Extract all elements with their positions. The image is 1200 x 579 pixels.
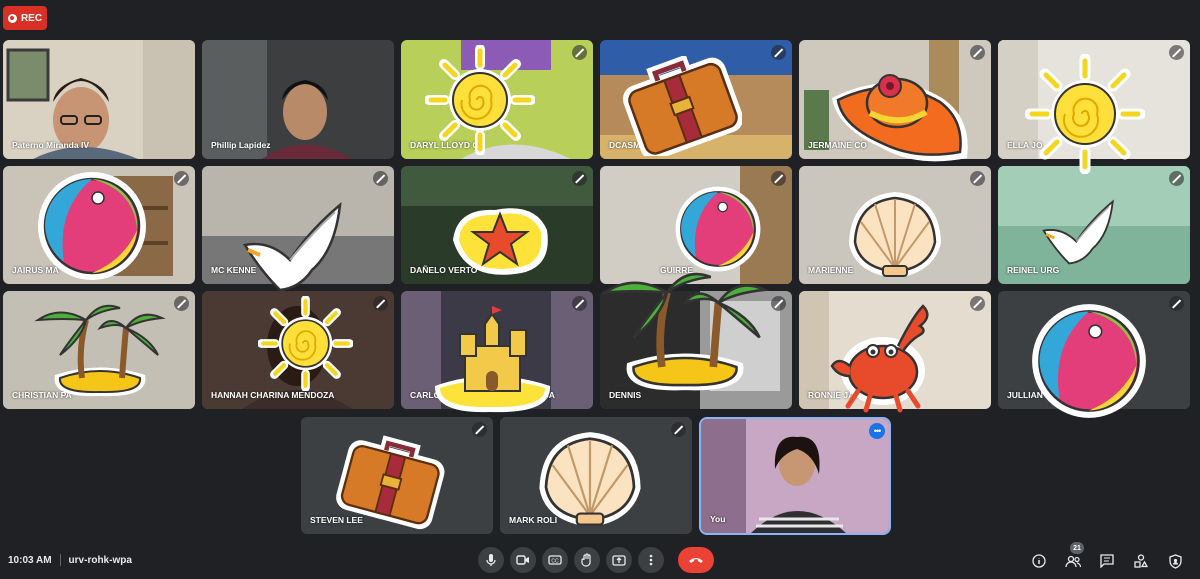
muted-mic-icon xyxy=(472,422,487,437)
camera-icon xyxy=(516,555,529,565)
more-options-button[interactable] xyxy=(638,547,664,573)
participant-tile[interactable]: DENNIS xyxy=(600,291,792,409)
participant-name: REINEL URG xyxy=(1007,265,1060,275)
participant-tile[interactable]: Phillip Lapidez xyxy=(202,40,394,159)
muted-mic-icon xyxy=(1169,171,1184,186)
participant-name: You xyxy=(710,514,726,524)
people-button[interactable]: 21 xyxy=(1062,542,1084,572)
phone-end-icon xyxy=(689,558,703,563)
activities-icon xyxy=(1134,554,1148,568)
captions-icon: CC xyxy=(548,555,562,565)
raise-hand-button[interactable] xyxy=(574,547,600,573)
participant-name: HANNAH CHARINA MENDOZA xyxy=(211,390,335,400)
mic-icon xyxy=(486,554,496,566)
participant-tile[interactable]: CHRISTIAN PA xyxy=(3,291,195,409)
muted-mic-icon xyxy=(970,45,985,60)
more-options-icon[interactable]: ••• xyxy=(869,423,885,439)
participant-tile[interactable]: STEVEN LEE xyxy=(301,417,493,534)
participant-name: STEVEN LEE xyxy=(310,515,363,525)
participant-name: Phillip Lapidez xyxy=(211,140,271,150)
participant-tile[interactable]: GUIRRE xyxy=(600,166,792,284)
muted-mic-icon xyxy=(373,296,388,311)
participant-name: MARK ROLI xyxy=(509,515,558,525)
muted-mic-icon xyxy=(671,422,686,437)
participant-name: JULLIAN xyxy=(1007,390,1043,400)
divider xyxy=(59,554,61,566)
meeting-info: 10:03 AM urv-rohk-wpa xyxy=(8,554,132,566)
end-call-button[interactable] xyxy=(678,547,714,573)
participant-tile[interactable]: JULLIAN xyxy=(998,291,1190,409)
chat-icon xyxy=(1100,554,1114,568)
muted-mic-icon xyxy=(1169,296,1184,311)
meeting-code[interactable]: urv-rohk-wpa xyxy=(69,555,132,566)
participant-tile[interactable]: CARLOS A GA xyxy=(401,291,593,409)
muted-mic-icon xyxy=(771,171,786,186)
participant-tile[interactable]: DCASMEI xyxy=(600,40,792,159)
participant-name: Paterno Miranda IV xyxy=(12,140,89,150)
participant-name: JERMAINE CO xyxy=(808,140,868,150)
participant-name: DCASMEI xyxy=(609,140,649,150)
camera-button[interactable] xyxy=(510,547,536,573)
present-icon xyxy=(612,554,626,566)
muted-mic-icon xyxy=(174,171,189,186)
participant-tile[interactable]: MARIENNE xyxy=(799,166,991,284)
participant-name: MC KENNE xyxy=(211,265,257,275)
participant-name: DARYL LLOYD C xyxy=(410,140,479,150)
participant-tile[interactable]: JAIRUS MA xyxy=(3,166,195,284)
participant-tile[interactable]: DARYL LLOYD C xyxy=(401,40,593,159)
present-button[interactable] xyxy=(606,547,632,573)
participant-name: ELLA JO xyxy=(1007,140,1043,150)
record-dot-icon xyxy=(7,13,17,23)
muted-mic-icon xyxy=(970,296,985,311)
hand-icon xyxy=(581,553,591,567)
side-panel-buttons: 21 xyxy=(1028,542,1186,572)
captions-button[interactable]: CC xyxy=(542,547,568,573)
participant-name: CARLOS A GA xyxy=(410,390,555,400)
meeting-time: 10:03 AM xyxy=(8,554,52,566)
recording-label: REC xyxy=(20,12,43,24)
participant-name: DAÑELO VERTO xyxy=(410,265,478,275)
muted-mic-icon xyxy=(572,45,587,60)
participant-tile[interactable]: REINEL URG xyxy=(998,166,1190,284)
svg-text:CC: CC xyxy=(551,559,559,565)
participant-tile[interactable]: HANNAH CHARINA MENDOZA xyxy=(202,291,394,409)
people-count-badge: 21 xyxy=(1070,542,1084,554)
participant-tile[interactable]: ELLA JO xyxy=(998,40,1190,159)
participant-name: GUIRRE xyxy=(660,265,694,275)
muted-mic-icon xyxy=(771,45,786,60)
participant-tile[interactable]: MARK ROLI xyxy=(500,417,692,534)
participant-name: JAIRUS MA xyxy=(12,265,59,275)
participant-tile[interactable]: RONNIE JAME xyxy=(799,291,991,409)
participant-tile[interactable]: Paterno Miranda IV xyxy=(3,40,195,159)
call-controls: CC xyxy=(478,547,714,573)
people-icon xyxy=(1065,555,1081,567)
muted-mic-icon xyxy=(970,171,985,186)
participant-tile[interactable]: DAÑELO VERTO xyxy=(401,166,593,284)
muted-mic-icon xyxy=(771,296,786,311)
muted-mic-icon xyxy=(174,296,189,311)
recording-indicator: REC xyxy=(3,6,47,30)
muted-mic-icon xyxy=(373,171,388,186)
participant-tile[interactable]: JERMAINE CO xyxy=(799,40,991,159)
meeting-toolbar: 10:03 AM urv-rohk-wpa CC 21 xyxy=(0,542,1200,579)
participant-name: RONNIE JAME xyxy=(808,390,868,400)
participant-name: DENNIS xyxy=(609,390,642,400)
host-controls-button[interactable] xyxy=(1164,550,1186,572)
participant-name: CHRISTIAN PA xyxy=(12,390,72,400)
chat-button[interactable] xyxy=(1096,550,1118,572)
participant-tile[interactable]: MC KENNE xyxy=(202,166,394,284)
video-feed xyxy=(600,166,792,284)
self-video-feed xyxy=(701,419,889,533)
participant-name: MARIENNE xyxy=(808,265,854,275)
microphone-button[interactable] xyxy=(478,547,504,573)
info-icon xyxy=(1032,554,1046,568)
meeting-details-button[interactable] xyxy=(1028,550,1050,572)
muted-mic-icon xyxy=(1169,45,1184,60)
more-vert-icon xyxy=(649,554,653,566)
muted-mic-icon xyxy=(572,171,587,186)
host-controls-icon xyxy=(1168,553,1182,569)
self-view-tile[interactable]: ••• You xyxy=(699,417,891,535)
activities-button[interactable] xyxy=(1130,550,1152,572)
muted-mic-icon xyxy=(572,296,587,311)
